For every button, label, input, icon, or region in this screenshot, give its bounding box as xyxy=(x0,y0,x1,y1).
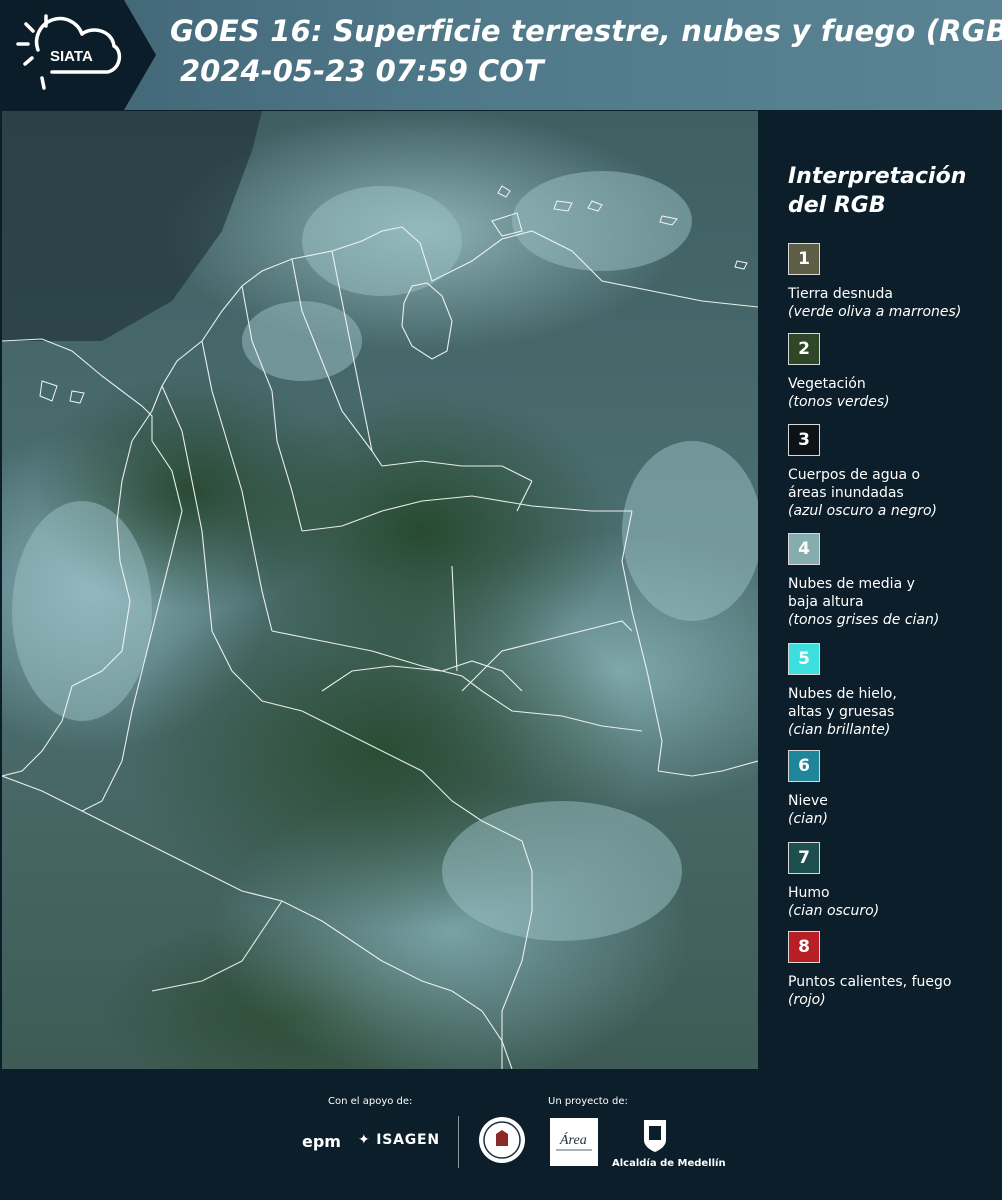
siata-logo-text: SIATA xyxy=(50,48,93,65)
legend-item-7: 7 Humo (cian oscuro) xyxy=(788,842,998,921)
area-metropolitana-logo: Área xyxy=(550,1118,598,1166)
legend-desc: (azul oscuro a negro) xyxy=(788,503,937,519)
header: SIATA GOES 16: Superficie terrestre, nub… xyxy=(0,0,1002,110)
legend-item-4: 4 Nubes de media y baja altura (tonos gr… xyxy=(788,533,998,630)
legend-swatch: 8 xyxy=(788,931,820,963)
legend-item-6: 6 Nieve (cian) xyxy=(788,750,998,829)
legend-desc: (cian oscuro) xyxy=(788,903,880,919)
legend-item-2: 2 Vegetación (tonos verdes) xyxy=(788,333,998,412)
legend-desc: (verde oliva a marrones) xyxy=(788,304,962,320)
alcaldia-label: Alcaldía de Medellín xyxy=(612,1158,726,1169)
legend-title: Interpretación del RGB xyxy=(788,164,967,218)
alcaldia-shield-icon xyxy=(644,1120,666,1152)
legend-swatch: 3 xyxy=(788,424,820,456)
legend-label: Humo xyxy=(788,885,830,901)
legend-label: Cuerpos de agua o áreas inundadas xyxy=(788,467,921,501)
legend-swatch: 5 xyxy=(788,643,820,675)
legend-swatch: 4 xyxy=(788,533,820,565)
support-label: Con el apoyo de: xyxy=(328,1096,413,1107)
legend-item-8: 8 Puntos calientes, fuego (rojo) xyxy=(788,931,998,1010)
legend-swatch: 2 xyxy=(788,333,820,365)
legend-swatch: 6 xyxy=(788,750,820,782)
legend-swatch: 1 xyxy=(788,243,820,275)
legend-item-1: 1 Tierra desnuda (verde oliva a marrones… xyxy=(788,243,998,322)
epm-logo: epm xyxy=(302,1132,341,1151)
legend-desc: (cian) xyxy=(788,811,828,827)
legend-label: Nubes de hielo, altas y gruesas xyxy=(788,686,897,720)
legend-desc: (tonos grises de cian) xyxy=(788,612,940,628)
isagen-icon: ✦ xyxy=(358,1132,371,1148)
isagen-label: ISAGEN xyxy=(376,1132,440,1148)
siata-logo-icon: SIATA xyxy=(16,14,122,90)
page-timestamp: 2024-05-23 07:59 COT xyxy=(180,54,544,88)
area-logo-text: Área xyxy=(559,1131,587,1148)
legend-label: Puntos calientes, fuego xyxy=(788,974,952,990)
legend-label: Nieve xyxy=(788,793,828,809)
satellite-map xyxy=(2,111,758,1069)
legend-label: Nubes de media y baja altura xyxy=(788,576,915,610)
area-metropolitana-icon: Área xyxy=(556,1131,592,1151)
legend-label: Tierra desnuda xyxy=(788,286,893,302)
siata-logo-panel: SIATA xyxy=(0,0,156,110)
footer-divider xyxy=(458,1116,459,1168)
legend-desc: (cian brillante) xyxy=(788,722,891,738)
page-title: GOES 16: Superficie terrestre, nubes y f… xyxy=(170,14,1002,48)
medellin-seal-icon xyxy=(479,1117,525,1163)
map-boundaries xyxy=(2,111,758,1069)
project-label: Un proyecto de: xyxy=(548,1096,628,1107)
legend-desc: (rojo) xyxy=(788,992,826,1008)
legend-item-3: 3 Cuerpos de agua o áreas inundadas (azu… xyxy=(788,424,998,521)
legend-item-5: 5 Nubes de hielo, altas y gruesas (cian … xyxy=(788,643,998,740)
isagen-logo: ✦ ISAGEN xyxy=(358,1132,440,1148)
footer: Con el apoyo de: Un proyecto de: epm ✦ I… xyxy=(0,1070,1002,1200)
legend-desc: (tonos verdes) xyxy=(788,394,890,410)
legend-label: Vegetación xyxy=(788,376,866,392)
legend-swatch: 7 xyxy=(788,842,820,874)
